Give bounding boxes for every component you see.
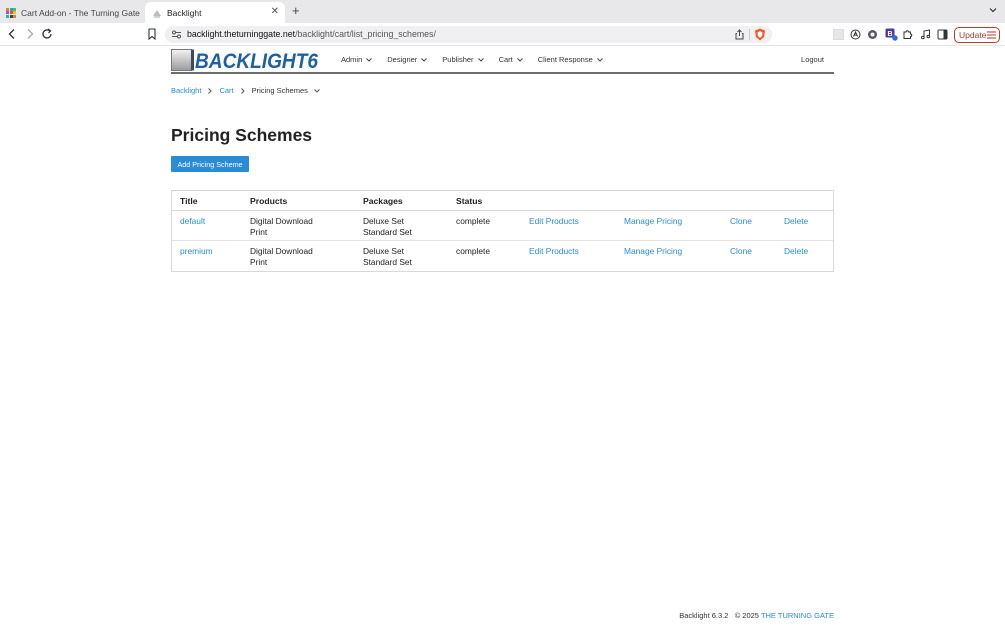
tab-label: Cart Add-on - The Turning Gate — [21, 7, 140, 18]
accessibility-icon[interactable] — [850, 29, 861, 40]
tab-favicon-icon — [153, 9, 161, 17]
bookmark-icon[interactable] — [146, 28, 158, 40]
chevron-down-icon — [421, 57, 428, 62]
clone-link[interactable]: Clone — [730, 246, 752, 257]
copyright-text: © 2025 — [734, 611, 759, 620]
manage-pricing-link[interactable]: Manage Pricing — [624, 246, 682, 257]
column-header-status: Status — [456, 196, 483, 206]
breadcrumb: Backlight Cart Pricing Schemes — [171, 86, 320, 95]
extensions-puzzle-icon[interactable] — [902, 29, 913, 40]
address-bar[interactable]: backlight.theturninggate.net/backlight/c… — [165, 26, 772, 43]
product-item: Print — [250, 226, 268, 237]
brave-shields-icon[interactable] — [754, 28, 766, 41]
nav-client-response-label: Client Response — [537, 55, 593, 64]
chevron-down-icon — [366, 57, 373, 62]
update-label: Update — [959, 30, 987, 40]
page-title: Pricing Schemes — [171, 125, 313, 145]
browser-toolbar: backlight.theturninggate.net/backlight/c… — [0, 23, 1005, 46]
pricing-schemes-table: Title Products Packages Status default D… — [171, 190, 834, 272]
forward-icon[interactable] — [24, 28, 36, 40]
update-button[interactable]: Update — [954, 27, 1000, 43]
nav-admin-label: Admin — [341, 55, 363, 64]
hamburger-menu-icon — [987, 31, 996, 39]
nav-publisher[interactable]: Publisher — [442, 55, 484, 64]
package-item: Standard Set — [363, 256, 412, 267]
page-footer: Backlight 6.3.2 © 2025 THE TURNING GATE — [679, 611, 834, 620]
browser-tab-backlight[interactable]: Backlight ✕ — [145, 2, 285, 23]
password-manager-icon[interactable]: B — [885, 28, 898, 41]
delete-link[interactable]: Delete — [784, 216, 808, 227]
chevron-down-icon[interactable] — [314, 88, 320, 93]
share-icon[interactable] — [734, 29, 745, 40]
manage-pricing-link[interactable]: Manage Pricing — [624, 216, 682, 227]
url-path: /backlight/cart/list_pricing_schemes/ — [295, 29, 436, 39]
nav-designer[interactable]: Designer — [387, 55, 428, 64]
extension-placeholder-icon[interactable] — [833, 29, 844, 40]
edit-products-link[interactable]: Edit Products — [529, 216, 579, 227]
nav-designer-label: Designer — [387, 55, 418, 64]
nav-publisher-label: Publisher — [442, 55, 474, 64]
nav-cart-label: Cart — [498, 55, 513, 64]
back-icon[interactable] — [6, 28, 18, 40]
backlight-logo[interactable]: BACKLIGHT6 — [171, 49, 319, 71]
svg-text:B: B — [888, 31, 893, 38]
status-cell: complete — [456, 216, 490, 226]
main-navigation: Admin Designer Publisher Cart Client Res… — [341, 55, 618, 64]
package-item: Deluxe Set — [363, 246, 404, 256]
breadcrumb-current[interactable]: Pricing Schemes — [252, 86, 308, 95]
url-text[interactable]: backlight.theturninggate.net/backlight/c… — [187, 29, 436, 39]
browser-tab-cart-addon[interactable]: Cart Add-on - The Turning Gate — [6, 2, 142, 23]
table-row: default Digital Download Print Deluxe Se… — [172, 211, 833, 241]
package-item: Deluxe Set — [363, 216, 404, 226]
product-item: Print — [250, 256, 268, 267]
logo-text: BACKLIGHT6 — [195, 50, 318, 71]
breadcrumb-cart[interactable]: Cart — [219, 86, 233, 95]
product-item: Digital Download — [250, 246, 313, 256]
chevron-down-icon — [477, 57, 484, 62]
media-music-icon[interactable] — [920, 29, 931, 40]
table-row: premium Digital Download Print Deluxe Se… — [172, 241, 833, 271]
nav-cart[interactable]: Cart — [499, 55, 523, 64]
close-tab-icon[interactable]: ✕ — [271, 6, 279, 17]
url-host: backlight.theturninggate.net — [187, 29, 296, 39]
edit-products-link[interactable]: Edit Products — [529, 246, 579, 257]
company-link[interactable]: THE TURNING GATE — [761, 611, 834, 620]
sidebar-toggle-icon[interactable] — [937, 29, 948, 40]
version-text: Backlight 6.3.2 — [679, 611, 729, 620]
breadcrumb-backlight[interactable]: Backlight — [171, 86, 201, 95]
tab-label: Backlight — [167, 7, 202, 18]
products-cell: Digital Download Print — [250, 246, 313, 267]
logout-link[interactable]: Logout — [801, 55, 824, 64]
site-settings-icon[interactable] — [171, 29, 182, 40]
nav-admin[interactable]: Admin — [341, 55, 373, 64]
reload-icon[interactable] — [41, 28, 53, 40]
chevron-right-icon — [240, 87, 245, 94]
clone-link[interactable]: Clone — [730, 216, 752, 227]
packages-cell: Deluxe Set Standard Set — [363, 216, 412, 237]
column-header-title: Title — [180, 196, 198, 206]
delete-link[interactable]: Delete — [784, 246, 808, 257]
products-cell: Digital Download Print — [250, 216, 313, 237]
translate-icon[interactable] — [867, 29, 878, 40]
add-pricing-scheme-button[interactable]: Add Pricing Scheme — [171, 156, 249, 172]
site-header: BACKLIGHT6 Admin Designer Publisher Cart… — [171, 48, 834, 74]
urlbar-divider — [749, 29, 750, 40]
column-header-products: Products — [250, 196, 288, 206]
scheme-title-link[interactable]: default — [180, 216, 205, 227]
chevron-down-icon — [516, 57, 523, 62]
table-header: Title Products Packages Status — [172, 191, 833, 211]
chevron-down-icon — [596, 57, 603, 62]
column-header-packages: Packages — [363, 196, 403, 206]
chevron-right-icon — [208, 87, 213, 94]
new-tab-icon[interactable]: + — [292, 4, 300, 18]
product-item: Digital Download — [250, 216, 313, 226]
scheme-title-link[interactable]: premium — [180, 246, 213, 257]
status-cell: complete — [456, 246, 490, 256]
package-item: Standard Set — [363, 226, 412, 237]
tab-favicon-icon — [6, 7, 16, 18]
browser-tab-bar: Cart Add-on - The Turning Gate Backlight… — [0, 0, 1005, 23]
chevron-down-icon[interactable] — [988, 5, 998, 15]
packages-cell: Deluxe Set Standard Set — [363, 246, 412, 267]
nav-client-response[interactable]: Client Response — [538, 55, 603, 64]
